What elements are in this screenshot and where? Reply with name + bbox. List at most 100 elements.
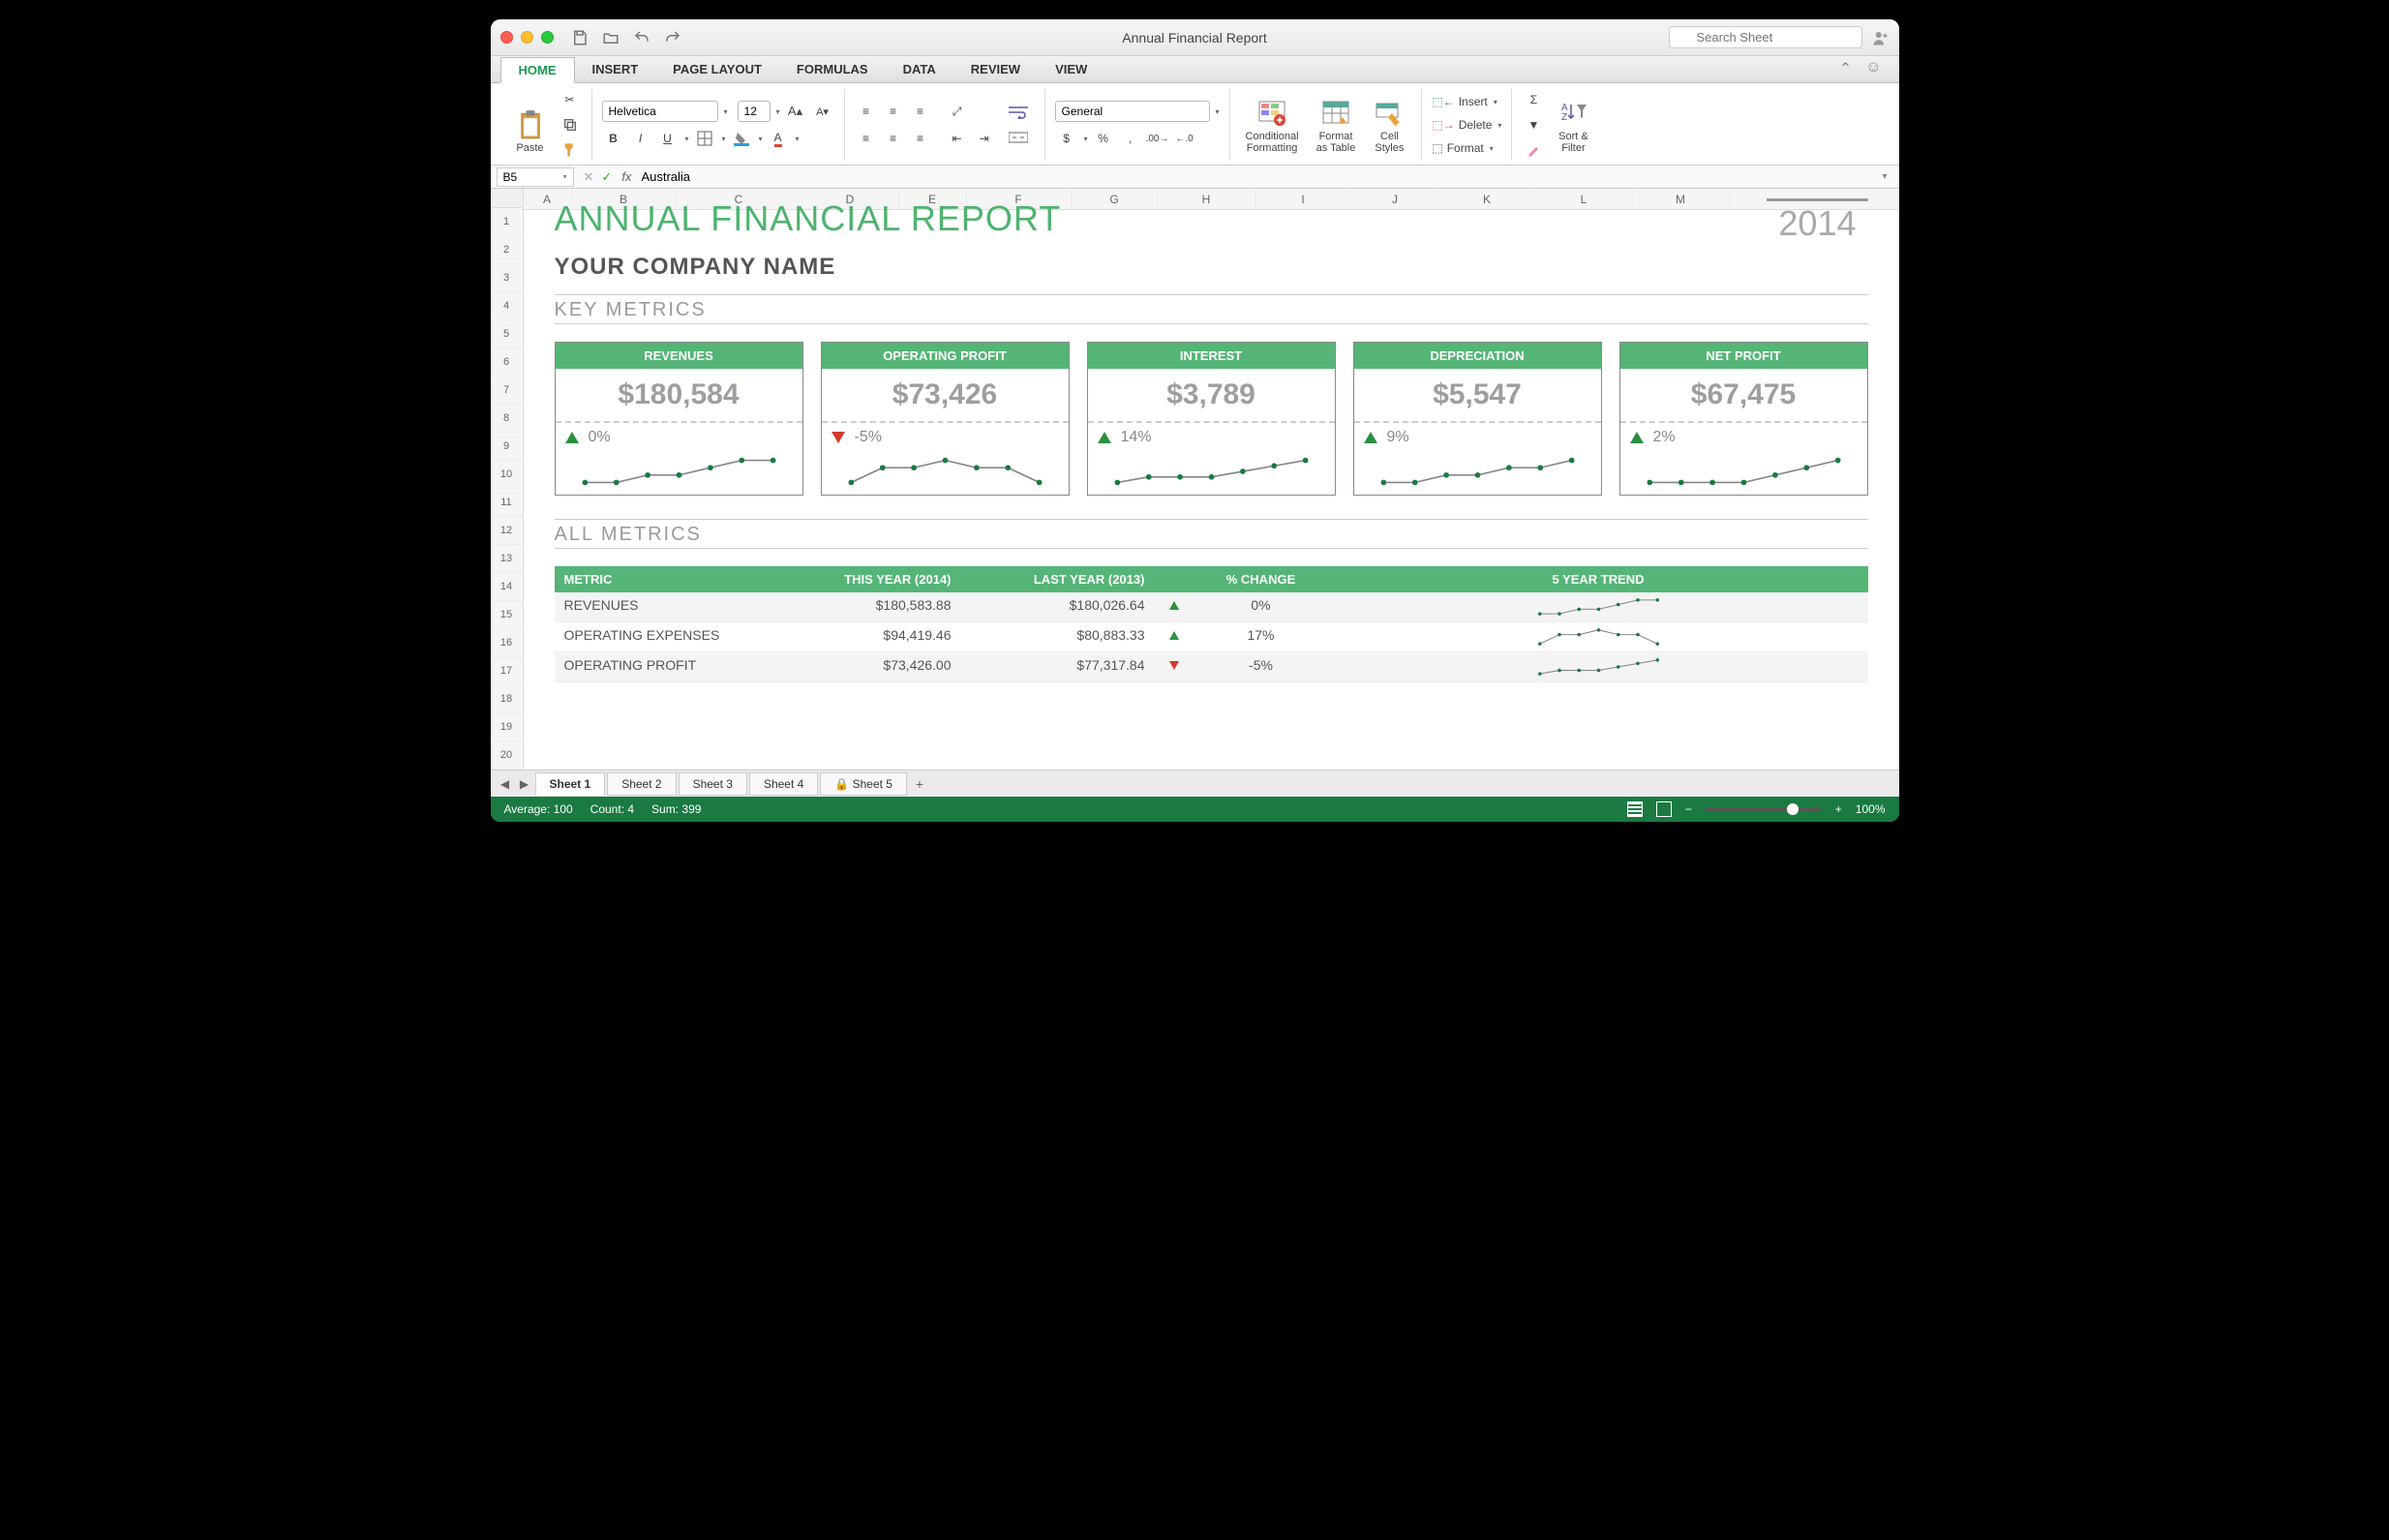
fx-icon[interactable]: fx	[621, 169, 631, 184]
format-cells-button[interactable]: ⬚Format▾	[1432, 138, 1501, 158]
spreadsheet-grid[interactable]: 1234567891011121314151617181920 ABCDEFGH…	[491, 189, 1899, 770]
chevron-down-icon[interactable]: ▾	[1216, 107, 1220, 116]
increase-indent-icon[interactable]: ⇥	[973, 128, 996, 149]
clear-icon[interactable]	[1522, 139, 1545, 161]
align-middle-icon[interactable]: ≡	[882, 101, 905, 122]
formula-input[interactable]	[639, 167, 1876, 186]
row-header[interactable]: 6	[491, 348, 523, 377]
zoom-in-button[interactable]: +	[1835, 802, 1842, 816]
align-top-icon[interactable]: ≡	[855, 101, 878, 122]
row-header[interactable]: 18	[491, 685, 523, 713]
sheet-tab[interactable]: Sheet 2	[607, 772, 676, 796]
table-row[interactable]: REVENUES $180,583.88 $180,026.64 0%	[555, 592, 1868, 622]
row-header[interactable]: 16	[491, 629, 523, 657]
select-all-corner[interactable]	[491, 189, 524, 208]
decrease-font-icon[interactable]: A▾	[811, 101, 834, 122]
row-header[interactable]: 19	[491, 713, 523, 741]
delete-cells-button[interactable]: ⬚→Delete▾	[1432, 115, 1501, 135]
row-header[interactable]: 9	[491, 433, 523, 461]
number-format-select[interactable]	[1055, 101, 1210, 122]
sheet-tab[interactable]: Sheet 1	[535, 772, 606, 796]
orientation-icon[interactable]: ⤢	[946, 101, 969, 122]
wrap-text-button[interactable]	[1002, 102, 1035, 123]
save-icon[interactable]	[571, 29, 589, 46]
decrease-indent-icon[interactable]: ⇤	[946, 128, 969, 149]
ribbon-tab-insert[interactable]: INSERT	[575, 57, 656, 82]
increase-decimal-icon[interactable]: .00→	[1146, 128, 1169, 149]
row-header[interactable]: 13	[491, 545, 523, 573]
currency-icon[interactable]: $	[1055, 128, 1078, 149]
ribbon-tab-home[interactable]: HOME	[500, 57, 575, 83]
cancel-formula-icon[interactable]: ✕	[584, 169, 594, 185]
collapse-ribbon-icon[interactable]: ⌃	[1839, 59, 1852, 78]
align-bottom-icon[interactable]: ≡	[909, 101, 932, 122]
ribbon-tab-view[interactable]: VIEW	[1038, 57, 1104, 82]
row-header[interactable]: 14	[491, 573, 523, 601]
font-size-select[interactable]	[738, 101, 771, 122]
italic-button[interactable]: I	[629, 128, 652, 149]
maximize-window-button[interactable]	[541, 31, 554, 44]
normal-view-icon[interactable]	[1627, 801, 1643, 817]
feedback-icon[interactable]: ☺	[1865, 59, 1881, 78]
cell-styles-button[interactable]: Cell Styles	[1367, 94, 1411, 156]
chevron-down-icon[interactable]: ▾	[724, 107, 728, 116]
align-center-icon[interactable]: ≡	[882, 128, 905, 149]
row-header[interactable]: 2	[491, 236, 523, 264]
sheet-tab[interactable]: Sheet 3	[679, 772, 747, 796]
sheet-tab[interactable]: 🔒 Sheet 5	[820, 772, 907, 796]
cut-icon[interactable]: ✂	[559, 89, 582, 110]
comma-icon[interactable]: ,	[1119, 128, 1142, 149]
table-row[interactable]: OPERATING PROFIT $73,426.00 $77,317.84 -…	[555, 652, 1868, 682]
prev-sheet-button[interactable]: ◀	[497, 777, 514, 791]
row-header[interactable]: 17	[491, 657, 523, 685]
format-painter-icon[interactable]	[559, 139, 582, 161]
sheet-tab[interactable]: Sheet 4	[749, 772, 818, 796]
minimize-window-button[interactable]	[521, 31, 533, 44]
percent-icon[interactable]: %	[1092, 128, 1115, 149]
undo-icon[interactable]	[633, 29, 650, 46]
autosum-icon[interactable]: Σ	[1522, 89, 1545, 110]
expand-formula-bar-icon[interactable]: ▾	[1876, 171, 1892, 182]
format-as-table-button[interactable]: Format as Table	[1311, 94, 1362, 156]
next-sheet-button[interactable]: ▶	[516, 777, 533, 791]
open-icon[interactable]	[602, 29, 620, 46]
decrease-decimal-icon[interactable]: ←.0	[1173, 128, 1196, 149]
zoom-slider[interactable]	[1706, 807, 1822, 811]
table-row[interactable]: OPERATING EXPENSES $94,419.46 $80,883.33…	[555, 622, 1868, 652]
insert-cells-button[interactable]: ⬚←Insert▾	[1432, 92, 1501, 111]
bold-button[interactable]: B	[602, 128, 625, 149]
ribbon-tab-page-layout[interactable]: PAGE LAYOUT	[655, 57, 779, 82]
close-window-button[interactable]	[500, 31, 513, 44]
row-header[interactable]: 5	[491, 320, 523, 348]
row-header[interactable]: 11	[491, 489, 523, 517]
increase-font-icon[interactable]: A▴	[784, 101, 807, 122]
name-box[interactable]: B5▾	[497, 167, 574, 187]
row-header[interactable]: 8	[491, 405, 523, 433]
copy-icon[interactable]	[559, 114, 582, 136]
row-header[interactable]: 1	[491, 208, 523, 236]
share-icon[interactable]	[1872, 29, 1890, 46]
conditional-formatting-button[interactable]: Conditional Formatting	[1240, 94, 1305, 156]
page-layout-view-icon[interactable]	[1656, 801, 1672, 817]
row-header[interactable]: 20	[491, 741, 523, 770]
fill-color-button[interactable]	[730, 128, 753, 149]
ribbon-tab-review[interactable]: REVIEW	[953, 57, 1038, 82]
accept-formula-icon[interactable]: ✓	[601, 169, 612, 185]
row-header[interactable]: 12	[491, 517, 523, 545]
row-header[interactable]: 15	[491, 601, 523, 629]
merge-button[interactable]	[1002, 127, 1035, 148]
add-sheet-button[interactable]: +	[907, 776, 932, 792]
zoom-out-button[interactable]: −	[1685, 802, 1692, 816]
row-header[interactable]: 4	[491, 292, 523, 320]
row-header[interactable]: 7	[491, 377, 523, 405]
font-name-select[interactable]	[602, 101, 718, 122]
font-color-button[interactable]: A	[767, 128, 790, 149]
row-header[interactable]: 10	[491, 461, 523, 489]
align-right-icon[interactable]: ≡	[909, 128, 932, 149]
chevron-down-icon[interactable]: ▾	[776, 107, 780, 116]
fill-icon[interactable]: ▼	[1522, 114, 1545, 136]
border-button[interactable]	[693, 128, 716, 149]
ribbon-tab-data[interactable]: DATA	[886, 57, 953, 82]
redo-icon[interactable]	[664, 29, 681, 46]
row-header[interactable]: 3	[491, 264, 523, 292]
